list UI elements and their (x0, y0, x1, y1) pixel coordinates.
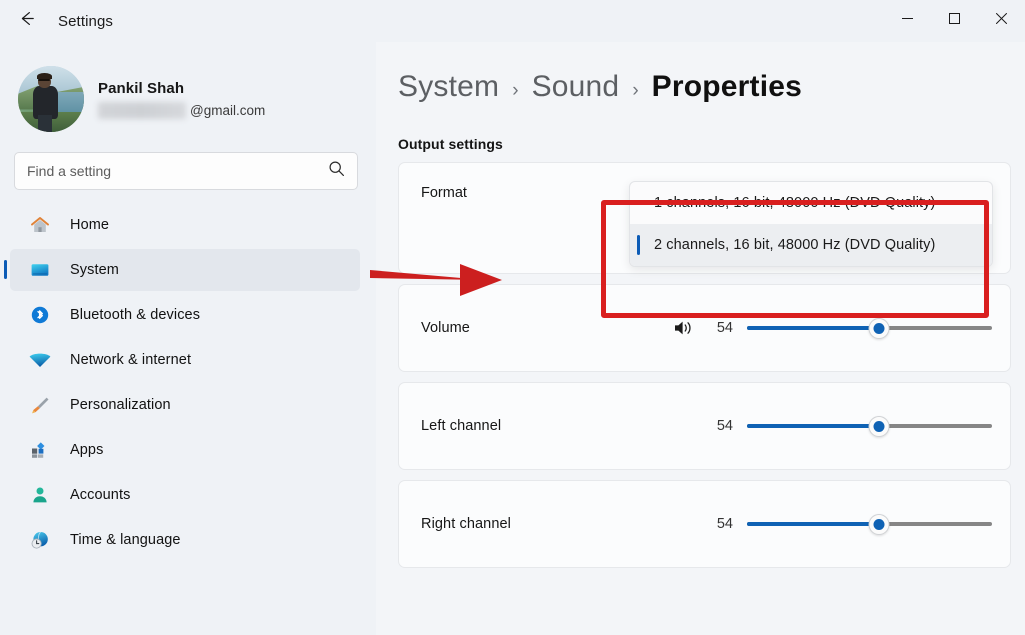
close-icon (995, 12, 1008, 30)
account-email: @gmail.com (98, 102, 265, 119)
breadcrumb: System › Sound › Properties (376, 42, 1025, 104)
slider-thumb[interactable] (869, 416, 890, 437)
settings-window: Settings (0, 0, 1025, 635)
right-channel-card: Right channel 54 (398, 480, 1011, 568)
breadcrumb-item-system[interactable]: System (398, 70, 499, 104)
speaker-icon (673, 318, 695, 338)
format-dropdown-list: 1 channels, 16 bit, 48000 Hz (DVD Qualit… (629, 181, 993, 267)
paintbrush-icon (28, 393, 52, 417)
slider-thumb[interactable] (869, 318, 890, 339)
section-title: Output settings (398, 136, 1025, 152)
system-monitor-icon (28, 258, 52, 282)
search-input[interactable] (27, 163, 328, 179)
right-channel-label: Right channel (399, 516, 511, 532)
avatar (18, 66, 84, 132)
clock-globe-icon (28, 528, 52, 552)
sidebar-item-label: Accounts (70, 487, 130, 503)
search-icon[interactable] (328, 160, 345, 182)
title-bar: Settings (0, 0, 1025, 42)
sidebar-item-system[interactable]: System (10, 249, 360, 291)
breadcrumb-item-properties: Properties (652, 70, 802, 104)
sidebar: Pankil Shah @gmail.com (0, 42, 376, 635)
wifi-icon (28, 348, 52, 372)
left-channel-label: Left channel (399, 418, 501, 434)
format-card: Format Test 1 channels, 16 bit, 48000 Hz… (398, 162, 1011, 274)
sidebar-item-bluetooth-devices[interactable]: Bluetooth & devices (10, 294, 360, 336)
redacted-email-icon (98, 102, 186, 119)
window-title: Settings (58, 13, 113, 30)
right-channel-value: 54 (707, 516, 733, 532)
sidebar-nav: Home System (0, 204, 376, 561)
left-channel-value: 54 (707, 418, 733, 434)
minimize-icon (901, 12, 914, 30)
bluetooth-icon (28, 303, 52, 327)
left-channel-card: Left channel 54 (398, 382, 1011, 470)
person-icon (28, 483, 52, 507)
format-option-1-channel[interactable]: 1 channels, 16 bit, 48000 Hz (DVD Qualit… (630, 182, 992, 224)
sidebar-item-label: Network & internet (70, 352, 191, 368)
slider-thumb[interactable] (869, 514, 890, 535)
minimize-button[interactable] (884, 0, 931, 42)
main-content: System › Sound › Properties Output setti… (376, 42, 1025, 635)
sidebar-item-apps[interactable]: Apps (10, 429, 360, 471)
sidebar-item-personalization[interactable]: Personalization (10, 384, 360, 426)
maximize-button[interactable] (931, 0, 978, 42)
sidebar-item-label: Personalization (70, 397, 171, 413)
sidebar-item-label: Bluetooth & devices (70, 307, 200, 323)
apps-icon (28, 438, 52, 462)
account-email-suffix: @gmail.com (190, 103, 265, 118)
volume-label: Volume (399, 320, 470, 336)
format-option-2-channel[interactable]: 2 channels, 16 bit, 48000 Hz (DVD Qualit… (630, 224, 992, 266)
window-controls (884, 0, 1025, 42)
sidebar-item-label: System (70, 262, 119, 278)
sidebar-item-label: Home (70, 217, 109, 233)
volume-slider[interactable] (747, 317, 992, 339)
slider-fill (747, 424, 879, 428)
volume-value: 54 (707, 320, 733, 336)
maximize-icon (948, 12, 961, 30)
volume-card: Volume 54 (398, 284, 1011, 372)
sidebar-item-accounts[interactable]: Accounts (10, 474, 360, 516)
back-button[interactable] (4, 1, 48, 41)
sidebar-item-label: Apps (70, 442, 103, 458)
back-arrow-icon (17, 9, 36, 33)
slider-fill (747, 326, 879, 330)
close-button[interactable] (978, 0, 1025, 42)
home-icon (28, 213, 52, 237)
sidebar-item-time-language[interactable]: Time & language (10, 519, 360, 561)
left-channel-slider[interactable] (747, 415, 992, 437)
breadcrumb-separator-icon: › (512, 80, 518, 102)
account-name: Pankil Shah (98, 80, 265, 97)
sidebar-item-network-internet[interactable]: Network & internet (10, 339, 360, 381)
breadcrumb-item-sound[interactable]: Sound (532, 70, 620, 104)
sidebar-item-home[interactable]: Home (10, 204, 360, 246)
account-block[interactable]: Pankil Shah @gmail.com (0, 42, 376, 134)
breadcrumb-separator-icon: › (632, 80, 638, 102)
right-channel-slider[interactable] (747, 513, 992, 535)
search-box[interactable] (14, 152, 358, 190)
slider-fill (747, 522, 879, 526)
sidebar-item-label: Time & language (70, 532, 181, 548)
